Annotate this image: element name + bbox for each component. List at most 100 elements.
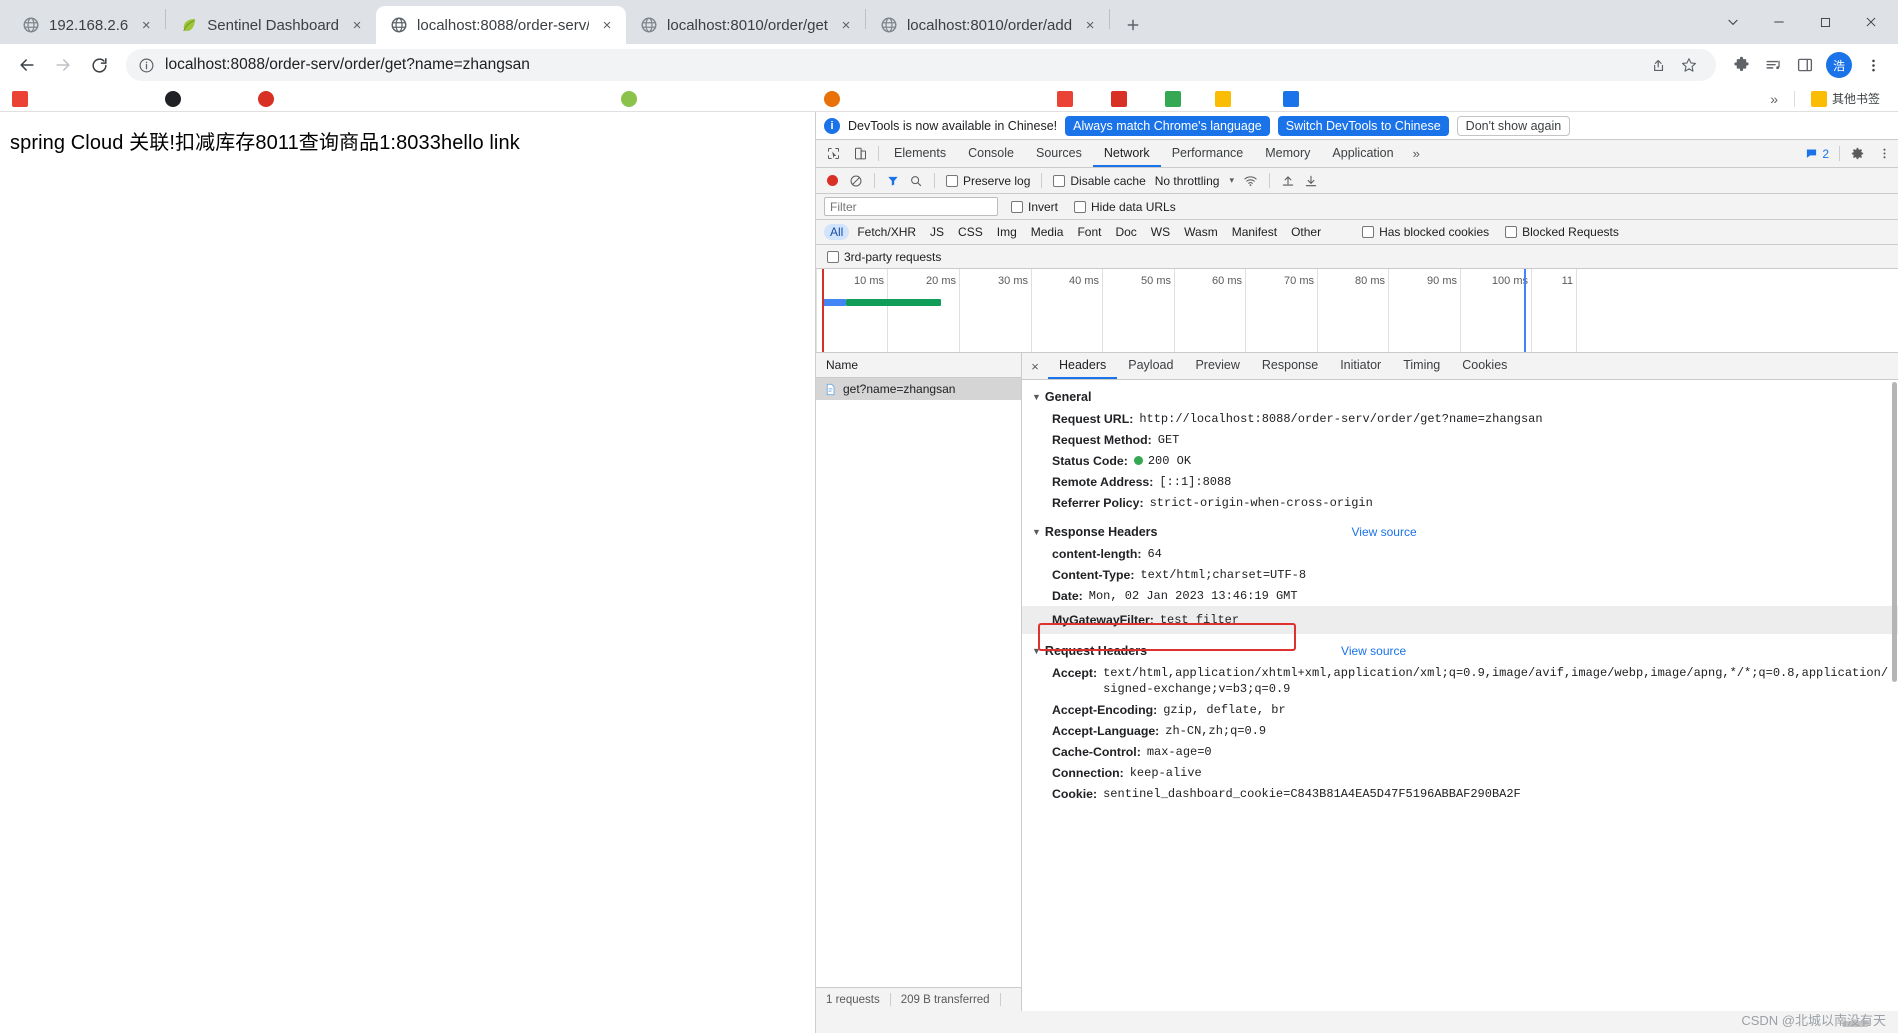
bookmark-item[interactable] bbox=[818, 88, 851, 110]
three-dot-menu-icon[interactable] bbox=[1858, 50, 1888, 80]
clear-icon[interactable] bbox=[846, 171, 866, 191]
filter-wasm[interactable]: Wasm bbox=[1178, 224, 1224, 240]
detail-scrollbar[interactable] bbox=[1891, 380, 1898, 1011]
network-overview-timeline[interactable]: 10 ms 20 ms 30 ms 40 ms 50 ms 60 ms 70 m… bbox=[816, 269, 1898, 353]
import-har-icon[interactable] bbox=[1278, 171, 1298, 191]
detail-tab-timing[interactable]: Timing bbox=[1392, 353, 1451, 379]
devtools-tab-memory[interactable]: Memory bbox=[1254, 140, 1321, 167]
bookmark-item[interactable] bbox=[1277, 88, 1305, 110]
bookmark-item[interactable] bbox=[1159, 88, 1187, 110]
requests-column-header-name[interactable]: Name bbox=[816, 353, 1021, 378]
detail-tab-cookies[interactable]: Cookies bbox=[1451, 353, 1518, 379]
search-icon[interactable] bbox=[906, 171, 926, 191]
detail-tab-preview[interactable]: Preview bbox=[1184, 353, 1250, 379]
chevron-down-icon[interactable]: ▾ bbox=[1225, 175, 1238, 186]
network-filter-input[interactable]: Filter bbox=[824, 197, 998, 216]
maximize-icon[interactable] bbox=[1802, 3, 1848, 41]
address-bar[interactable]: localhost:8088/order-serv/order/get?name… bbox=[126, 49, 1716, 81]
detail-tab-payload[interactable]: Payload bbox=[1117, 353, 1184, 379]
close-icon[interactable]: × bbox=[837, 16, 855, 34]
bookmark-item[interactable] bbox=[252, 88, 285, 110]
filter-funnel-icon[interactable] bbox=[883, 171, 903, 191]
close-icon[interactable]: × bbox=[137, 16, 155, 34]
bookmark-item[interactable] bbox=[1209, 88, 1237, 110]
bookmark-item[interactable] bbox=[615, 88, 648, 110]
view-source-link[interactable]: View source bbox=[1351, 525, 1416, 539]
close-icon[interactable] bbox=[1848, 3, 1894, 41]
devtools-tab-network[interactable]: Network bbox=[1092, 140, 1161, 167]
filter-img[interactable]: Img bbox=[991, 224, 1023, 240]
gear-icon[interactable] bbox=[1844, 140, 1871, 167]
section-response-headers-header[interactable]: ▼ Response Headers View source bbox=[1022, 521, 1898, 543]
bookmark-item[interactable] bbox=[1105, 88, 1133, 110]
filter-other[interactable]: Other bbox=[1285, 224, 1327, 240]
close-icon[interactable]: × bbox=[598, 16, 616, 34]
detail-tab-response[interactable]: Response bbox=[1251, 353, 1329, 379]
issues-badge[interactable]: 2 bbox=[1799, 140, 1835, 167]
detail-tab-initiator[interactable]: Initiator bbox=[1329, 353, 1392, 379]
view-source-link[interactable]: View source bbox=[1341, 644, 1406, 658]
browser-tab-3[interactable]: localhost:8010/order/get × bbox=[626, 6, 865, 44]
devtools-tab-elements[interactable]: Elements bbox=[883, 140, 957, 167]
filter-fetch-xhr[interactable]: Fetch/XHR bbox=[851, 224, 922, 240]
filter-manifest[interactable]: Manifest bbox=[1226, 224, 1283, 240]
close-icon[interactable]: × bbox=[348, 16, 366, 34]
chevron-down-icon[interactable] bbox=[1710, 3, 1756, 41]
close-icon[interactable]: × bbox=[1081, 16, 1099, 34]
disable-cache-checkbox[interactable]: Disable cache bbox=[1050, 174, 1148, 188]
close-icon[interactable]: × bbox=[1022, 353, 1048, 379]
filter-doc[interactable]: Doc bbox=[1109, 224, 1142, 240]
filter-font[interactable]: Font bbox=[1071, 224, 1107, 240]
browser-tab-4[interactable]: localhost:8010/order/add × bbox=[866, 6, 1109, 44]
devtools-tab-sources[interactable]: Sources bbox=[1025, 140, 1093, 167]
switch-devtools-language-button[interactable]: Switch DevTools to Chinese bbox=[1277, 115, 1449, 136]
other-bookmarks-folder[interactable]: 其他书签 bbox=[1805, 88, 1886, 110]
browser-tab-0[interactable]: 192.168.2.6 × bbox=[8, 6, 165, 44]
has-blocked-cookies-checkbox[interactable]: Has blocked cookies bbox=[1359, 225, 1492, 239]
invert-checkbox[interactable]: Invert bbox=[1008, 200, 1061, 214]
hide-data-urls-checkbox[interactable]: Hide data URLs bbox=[1071, 200, 1179, 214]
filter-media[interactable]: Media bbox=[1025, 224, 1070, 240]
section-request-headers-header[interactable]: ▼ Request Headers View source bbox=[1022, 640, 1898, 662]
devtools-more-tabs-button[interactable]: » bbox=[1405, 140, 1428, 167]
share-icon[interactable] bbox=[1642, 50, 1672, 80]
always-match-language-button[interactable]: Always match Chrome's language bbox=[1065, 115, 1270, 136]
preserve-log-checkbox[interactable]: Preserve log bbox=[943, 174, 1033, 188]
forward-arrow-icon[interactable] bbox=[46, 48, 80, 82]
bookmark-item[interactable] bbox=[159, 88, 192, 110]
browser-tab-2-active[interactable]: localhost:8088/order-serv/ord × bbox=[376, 6, 627, 44]
filter-js[interactable]: JS bbox=[924, 224, 950, 240]
puzzle-icon[interactable] bbox=[1726, 50, 1756, 80]
three-dot-menu-icon[interactable] bbox=[1871, 140, 1898, 167]
device-toolbar-icon[interactable] bbox=[847, 140, 874, 167]
devtools-tab-console[interactable]: Console bbox=[957, 140, 1025, 167]
network-conditions-icon[interactable] bbox=[1241, 171, 1261, 191]
media-list-icon[interactable] bbox=[1758, 50, 1788, 80]
devtools-tab-performance[interactable]: Performance bbox=[1161, 140, 1255, 167]
filter-ws[interactable]: WS bbox=[1145, 224, 1176, 240]
reload-icon[interactable] bbox=[82, 48, 116, 82]
filter-css[interactable]: CSS bbox=[952, 224, 989, 240]
bookmark-item[interactable] bbox=[1051, 88, 1079, 110]
blocked-requests-checkbox[interactable]: Blocked Requests bbox=[1502, 225, 1622, 239]
section-general-header[interactable]: ▼ General bbox=[1022, 386, 1898, 408]
export-har-icon[interactable] bbox=[1301, 171, 1321, 191]
devtools-tab-application[interactable]: Application bbox=[1321, 140, 1404, 167]
info-circle-icon[interactable] bbox=[138, 57, 155, 74]
dont-show-again-button[interactable]: Don't show again bbox=[1456, 115, 1571, 136]
throttling-select[interactable]: No throttling bbox=[1152, 174, 1223, 188]
inspect-cursor-icon[interactable] bbox=[820, 140, 847, 167]
record-icon[interactable] bbox=[827, 175, 838, 186]
star-icon[interactable] bbox=[1674, 50, 1704, 80]
avatar[interactable]: 浩 bbox=[1826, 52, 1852, 78]
bookmark-item[interactable] bbox=[12, 88, 39, 110]
request-row-selected[interactable]: get?name=zhangsan bbox=[816, 378, 1021, 400]
browser-tab-1[interactable]: Sentinel Dashboard × bbox=[166, 6, 376, 44]
new-tab-button[interactable] bbox=[1118, 10, 1148, 40]
back-arrow-icon[interactable] bbox=[10, 48, 44, 82]
side-panel-icon[interactable] bbox=[1790, 50, 1820, 80]
filter-all[interactable]: All bbox=[824, 224, 850, 240]
detail-tab-headers[interactable]: Headers bbox=[1048, 353, 1118, 379]
minimize-icon[interactable] bbox=[1756, 3, 1802, 41]
bookmarks-overflow-button[interactable]: » bbox=[1764, 88, 1784, 110]
